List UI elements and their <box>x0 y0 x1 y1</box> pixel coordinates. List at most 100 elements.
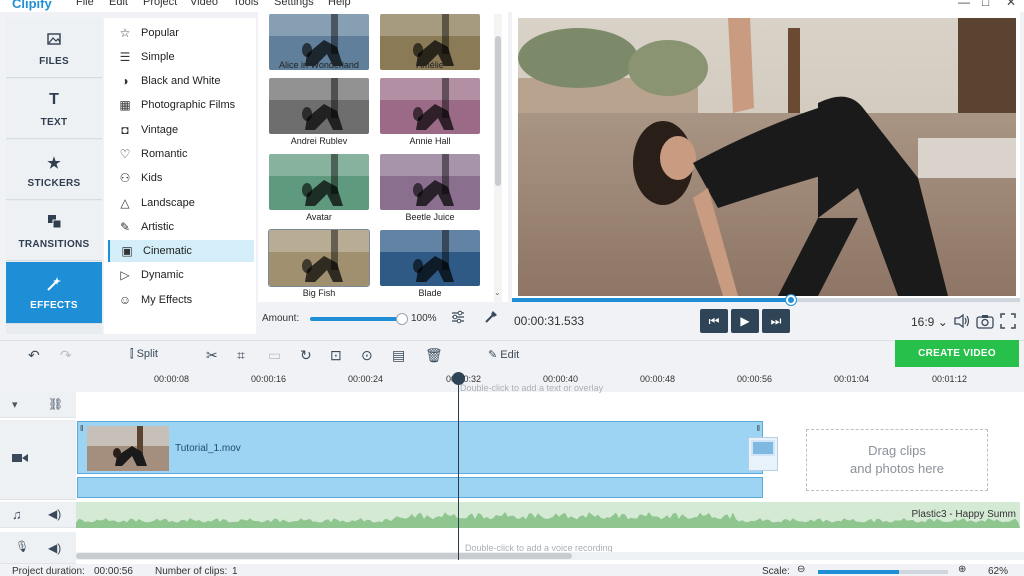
scale-slider[interactable] <box>818 570 948 574</box>
volume-icon[interactable] <box>953 313 971 332</box>
rotate-icon[interactable]: ↻ <box>300 347 312 364</box>
redo-icon[interactable]: ↷ <box>60 347 72 364</box>
filter-thumb-annie-hall[interactable] <box>380 78 480 134</box>
filter-thumb-avatar[interactable] <box>269 154 369 210</box>
zoom-in-icon[interactable]: ⊕ <box>958 564 966 575</box>
kids-icon: ⚇ <box>119 171 131 185</box>
scrollbar-thumb[interactable] <box>495 36 501 186</box>
category-label: My Effects <box>141 294 193 306</box>
menu-file[interactable]: File <box>76 0 94 8</box>
menu-video[interactable]: Video <box>190 0 218 8</box>
edit-button[interactable]: ✎ Edit <box>488 348 519 361</box>
preview-seekbar[interactable] <box>512 295 1020 305</box>
timeline-hscrollbar[interactable] <box>76 552 1024 560</box>
aspect-ratio-select[interactable]: 16:9 ⌄ <box>911 315 948 329</box>
filter-thumb-blade[interactable] <box>380 230 480 286</box>
fullscreen-icon[interactable] <box>1000 313 1016 332</box>
nav-transitions[interactable]: TRANSITIONS <box>6 201 102 261</box>
category-black-and-white[interactable]: ◑ Black and White <box>108 70 254 92</box>
filter-thumb-beetle-juice[interactable] <box>380 154 480 210</box>
filter-thumb-andrei-rublev[interactable] <box>269 78 369 134</box>
speaker-icon[interactable]: ◀) <box>48 541 61 555</box>
category-romantic[interactable]: ♡ Romantic <box>108 143 254 165</box>
delete-icon[interactable]: 🗑 <box>425 347 443 364</box>
video-camera-icon[interactable] <box>12 452 28 467</box>
play-button[interactable]: ▶ <box>731 309 759 333</box>
cut-icon[interactable]: ✂ <box>206 347 218 364</box>
category-dynamic[interactable]: ▷ Dynamic <box>108 264 254 286</box>
filter-label: Blade <box>418 288 442 298</box>
nav-stickers[interactable]: ★ STICKERS <box>6 140 102 200</box>
tracks-toggle-icon[interactable]: ▾ <box>12 398 18 411</box>
chevron-down-icon: ⌄ <box>937 315 948 329</box>
audio-clip[interactable]: Plastic3 - Happy Summ <box>76 502 1020 528</box>
adjust-icon[interactable] <box>450 309 466 328</box>
scrollbar-thumb[interactable] <box>76 553 572 559</box>
speaker-icon[interactable]: ◀) <box>48 507 61 521</box>
split-label: Split <box>136 348 158 360</box>
menu-project[interactable]: Project <box>143 0 177 8</box>
menu-bar: Clipify File Edit Project Video Tools Se… <box>0 0 1024 12</box>
category-cinematic[interactable]: ▣ Cinematic <box>108 240 254 262</box>
close-icon[interactable]: ✕ <box>1006 0 1016 9</box>
stabilize-icon[interactable]: ⊙ <box>361 347 373 364</box>
snapshot-camera-icon[interactable] <box>976 313 994 332</box>
audio-waveform <box>76 502 1020 528</box>
previous-frame-button[interactable]: ⏮ <box>700 309 728 333</box>
drag-clips-dropzone[interactable]: Drag clips and photos here <box>806 429 988 491</box>
ruler-tick: 00:00:24 <box>348 374 384 384</box>
create-video-button[interactable]: CREATE VIDEO <box>895 340 1019 367</box>
playhead-handle[interactable] <box>452 372 465 385</box>
amount-slider-knob[interactable] <box>396 313 408 325</box>
video-preview[interactable] <box>518 18 1016 296</box>
clip-trim-handle-right[interactable]: ‖ <box>757 424 760 433</box>
link-icon[interactable]: ⛓ <box>48 397 63 411</box>
next-frame-button[interactable]: ⏭ <box>762 309 790 333</box>
category-simple[interactable]: ☰ Simple <box>108 46 254 68</box>
category-kids[interactable]: ⚇ Kids <box>108 167 254 189</box>
undo-icon[interactable]: ↶ <box>28 347 40 364</box>
transition-slot[interactable] <box>748 437 778 471</box>
category-photographic-films[interactable]: ▦ Photographic Films <box>108 94 254 116</box>
amount-slider[interactable] <box>310 313 408 325</box>
seekbar-knob[interactable] <box>786 295 797 305</box>
nav-effects[interactable]: EFFECTS <box>6 262 102 324</box>
clip-thumbnail <box>87 426 169 471</box>
split-button[interactable]: ⫿ Split <box>130 348 158 361</box>
menu-settings[interactable]: Settings <box>274 0 314 8</box>
category-landscape[interactable]: △ Landscape <box>108 192 254 214</box>
menu-tools[interactable]: Tools <box>233 0 259 8</box>
minimize-icon[interactable]: — <box>958 0 970 9</box>
nav-text[interactable]: T TEXT <box>6 79 102 139</box>
maximize-icon[interactable]: □ <box>982 0 989 9</box>
clip-count-label: Number of clips: <box>155 566 228 576</box>
ruler-tick: 00:00:56 <box>737 374 773 384</box>
menu-edit[interactable]: Edit <box>109 0 128 8</box>
menu-help[interactable]: Help <box>328 0 351 8</box>
effect-categories: ☆ Popular ☰ Simple ◑ Black and White ▦ Photo… <box>104 18 256 334</box>
category-artistic[interactable]: ✎ Artistic <box>108 216 254 238</box>
clip-trim-handle-left[interactable]: ‖ <box>80 424 83 433</box>
category-my-effects[interactable]: ☺ My Effects <box>108 289 254 311</box>
crop-icon[interactable]: ⌗ <box>237 347 245 364</box>
apply-brush-icon[interactable] <box>483 309 499 328</box>
filter-thumb-big-fish[interactable] <box>268 229 370 287</box>
filter-label: Avatar <box>306 212 332 222</box>
video-clip[interactable]: ‖ Tutorial_1.mov ‖ <box>77 421 763 474</box>
category-vintage[interactable]: ◘ Vintage <box>108 119 254 141</box>
zoom-out-icon[interactable]: ⊖ <box>797 564 805 575</box>
chevron-down-icon[interactable]: ⌄ <box>494 288 501 297</box>
nav-transitions-label: TRANSITIONS <box>18 239 90 250</box>
app-logo: Clipify <box>12 0 52 11</box>
filter-label: Beetle Juice <box>405 212 455 222</box>
split-icon: ⫿ <box>130 348 134 360</box>
overlay-clip-track[interactable] <box>77 477 763 498</box>
microphone-icon: 🎙 <box>15 541 29 553</box>
frame-icon[interactable]: ▭ <box>268 347 281 364</box>
resize-icon[interactable]: ⊡ <box>330 347 342 364</box>
add-marker-icon[interactable]: ▤ <box>392 347 405 364</box>
nav-files[interactable]: FILES <box>6 18 102 78</box>
effects-grid-scrollbar[interactable]: ⌄ <box>494 14 502 302</box>
playhead[interactable] <box>452 372 465 560</box>
category-popular[interactable]: ☆ Popular <box>108 22 254 44</box>
